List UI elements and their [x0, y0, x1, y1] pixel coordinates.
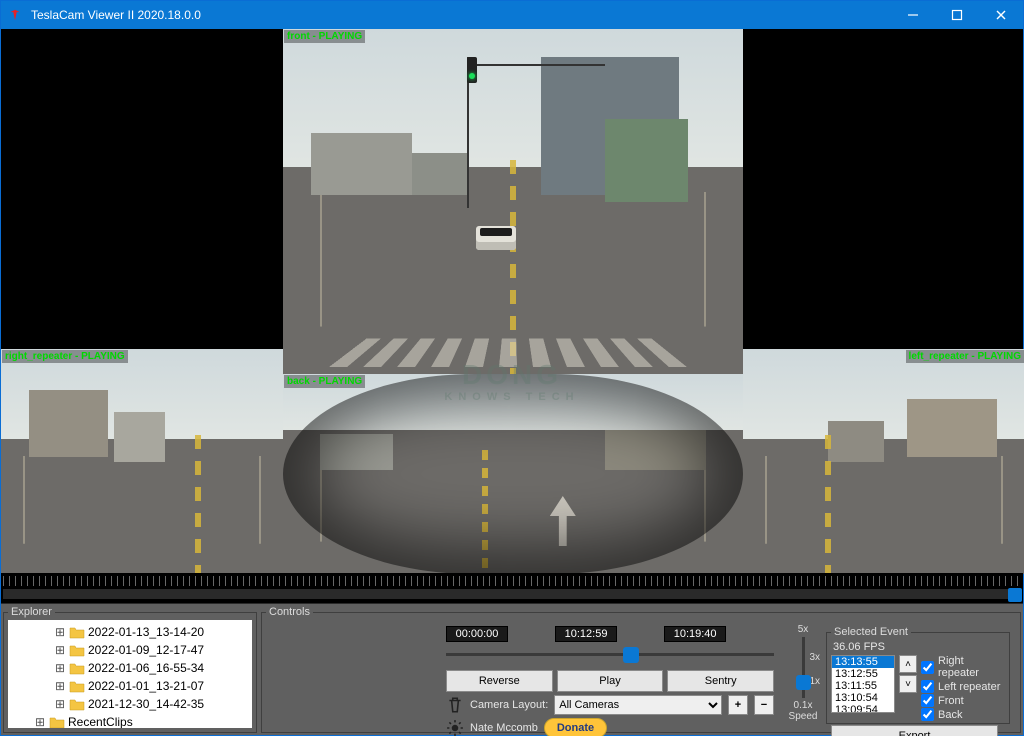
- speed-1x-label: 1x: [810, 676, 821, 687]
- camera-checkboxes: Right repeater Left repeater Front Back: [921, 655, 1005, 721]
- titlebar: TeslaCam Viewer II 2020.18.0.0: [1, 1, 1023, 29]
- app-icon: [1, 1, 29, 29]
- camera-layout-select[interactable]: All Cameras: [554, 695, 722, 715]
- tree-item[interactable]: ⊞2022-01-09_12-17-47: [10, 641, 250, 659]
- speed-5x-label: 5x: [798, 624, 809, 635]
- tree-item[interactable]: ⊞2022-01-06_16-55-34: [10, 659, 250, 677]
- check-back[interactable]: Back: [921, 708, 1005, 721]
- list-item[interactable]: 13:13:55: [832, 656, 894, 668]
- trash-icon[interactable]: [446, 696, 464, 714]
- tree-item[interactable]: ⊞2022-01-13_13-14-20: [10, 623, 250, 641]
- expand-icon[interactable]: ⊞: [34, 715, 46, 729]
- maximize-button[interactable]: [935, 1, 979, 29]
- donate-button[interactable]: Donate: [544, 718, 607, 736]
- camera-left-repeater[interactable]: left_repeater - PLAYING: [743, 349, 1024, 574]
- camera-viewport: front - PLAYING right_repeater - PLAYING…: [1, 29, 1023, 573]
- controls-legend: Controls: [266, 606, 313, 618]
- speed-thumb[interactable]: [796, 675, 811, 690]
- bottom-panel: Explorer ⊞2022-01-13_13-14-20 ⊞2022-01-0…: [1, 603, 1023, 735]
- play-button[interactable]: Play: [557, 670, 664, 692]
- folder-tree[interactable]: ⊞2022-01-13_13-14-20 ⊞2022-01-09_12-17-4…: [8, 620, 252, 728]
- list-item[interactable]: 13:12:55: [832, 668, 894, 680]
- check-left-repeater[interactable]: Left repeater: [921, 680, 1005, 693]
- reverse-button[interactable]: Reverse: [446, 670, 553, 692]
- explorer-legend: Explorer: [8, 606, 55, 618]
- camera-layout-label: Camera Layout:: [470, 699, 548, 711]
- expand-icon[interactable]: ⊞: [54, 643, 66, 658]
- clip-slider[interactable]: [446, 644, 774, 666]
- zoom-out-button[interactable]: −: [754, 695, 774, 715]
- author-label: Nate Mccomb: [470, 722, 538, 734]
- speed-slider[interactable]: 5x 3x 1x 0.1x Speed: [782, 624, 824, 722]
- expand-icon[interactable]: ⊞: [54, 625, 66, 640]
- app-window: TeslaCam Viewer II 2020.18.0.0 front - P…: [0, 0, 1024, 736]
- camera-back-label: back - PLAYING: [284, 375, 365, 388]
- camera-right-repeater[interactable]: right_repeater - PLAYING: [1, 349, 283, 574]
- timeline-handle[interactable]: [1008, 588, 1022, 602]
- sentry-button[interactable]: Sentry: [667, 670, 774, 692]
- event-times-list[interactable]: 13:13:55 13:12:55 13:11:55 13:10:54 13:0…: [831, 655, 895, 713]
- minimize-button[interactable]: [891, 1, 935, 29]
- selected-event-legend: Selected Event: [831, 626, 911, 638]
- time-current: 10:12:59: [555, 626, 617, 642]
- list-item[interactable]: 13:09:54: [832, 704, 894, 713]
- time-end: 10:19:40: [664, 626, 726, 642]
- gear-icon[interactable]: [446, 719, 464, 736]
- expand-icon[interactable]: ⊞: [54, 697, 66, 712]
- list-item[interactable]: 13:11:55: [832, 680, 894, 692]
- export-button[interactable]: Export: [831, 725, 998, 736]
- check-right-repeater[interactable]: Right repeater: [921, 655, 1005, 679]
- expand-icon[interactable]: ⊞: [54, 661, 66, 676]
- explorer-panel: Explorer ⊞2022-01-13_13-14-20 ⊞2022-01-0…: [3, 606, 257, 733]
- speed-min-label: 0.1x: [794, 700, 813, 711]
- camera-right-label: right_repeater - PLAYING: [2, 350, 128, 363]
- tree-item-recent[interactable]: ⊞RecentClips: [10, 713, 250, 728]
- camera-front[interactable]: front - PLAYING: [283, 29, 743, 374]
- playback-controls: 00:00:00 10:12:59 10:19:40 Reverse Play …: [446, 626, 774, 736]
- window-title: TeslaCam Viewer II 2020.18.0.0: [29, 8, 201, 22]
- speed-caption: Speed: [789, 711, 818, 722]
- tree-item[interactable]: ⊞2022-01-01_13-21-07: [10, 677, 250, 695]
- list-item[interactable]: 13:10:54: [832, 692, 894, 704]
- global-timeline[interactable]: [1, 573, 1023, 603]
- expand-icon[interactable]: ⊞: [54, 679, 66, 694]
- controls-panel: Controls 00:00:00 10:12:59 10:19:40 Reve…: [261, 606, 1021, 733]
- camera-front-label: front - PLAYING: [284, 30, 365, 43]
- event-down-button[interactable]: ˅: [899, 675, 917, 693]
- check-front[interactable]: Front: [921, 694, 1005, 707]
- camera-back[interactable]: back - PLAYING: [283, 374, 743, 574]
- event-up-button[interactable]: ˄: [899, 655, 917, 673]
- zoom-in-button[interactable]: +: [728, 695, 748, 715]
- selected-event-panel: Selected Event 36.06 FPS 13:13:55 13:12:…: [826, 626, 1010, 724]
- close-button[interactable]: [979, 1, 1023, 29]
- fps-readout: 36.06 FPS: [831, 640, 1005, 655]
- time-start: 00:00:00: [446, 626, 508, 642]
- camera-left-label: left_repeater - PLAYING: [906, 350, 1024, 363]
- speed-3x-label: 3x: [810, 652, 821, 663]
- tree-item[interactable]: ⊞2021-12-30_14-42-35: [10, 695, 250, 713]
